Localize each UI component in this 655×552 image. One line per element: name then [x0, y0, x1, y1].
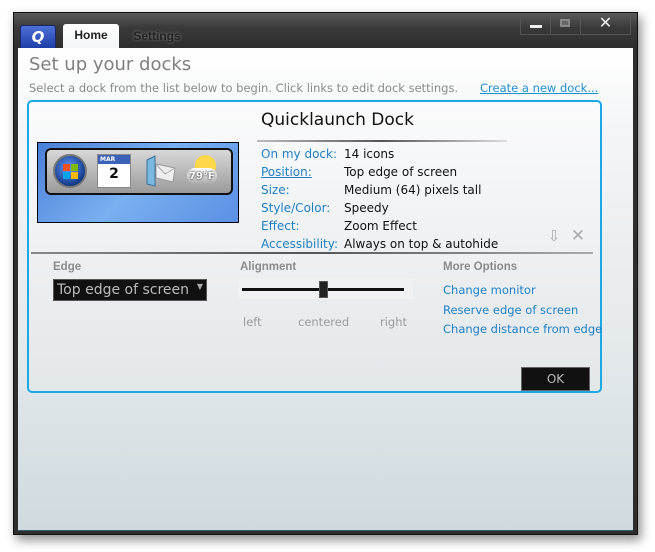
- close-icon: ✕: [598, 13, 613, 32]
- ok-button[interactable]: OK: [521, 367, 590, 391]
- change-monitor-link[interactable]: Change monitor: [443, 283, 536, 297]
- property-label-on-my-dock[interactable]: On my dock:: [261, 147, 337, 161]
- chevron-down-icon: ▼: [196, 282, 203, 291]
- weather-temp: 79°F: [189, 171, 215, 182]
- windows-start-icon: [53, 154, 87, 188]
- calendar-day: 2: [109, 166, 119, 182]
- maximize-button[interactable]: [550, 13, 581, 35]
- create-new-dock-link[interactable]: Create a new dock...: [480, 81, 598, 95]
- change-distance-link[interactable]: Change distance from edge: [443, 322, 602, 336]
- property-label-accessibility[interactable]: Accessibility:: [261, 237, 338, 251]
- slider-thumb[interactable]: [318, 281, 328, 298]
- alignment-tick-centered: centered: [298, 315, 350, 329]
- dock-preview-bar: MAR 2 79°F: [45, 148, 233, 195]
- edge-select[interactable]: Top edge of screen ▼: [53, 279, 207, 301]
- page-subtitle: Select a dock from the list below to beg…: [29, 81, 459, 95]
- property-value: Always on top & autohide: [344, 237, 499, 251]
- alignment-tick-right: right: [380, 315, 408, 329]
- more-options-label: More Options: [443, 261, 518, 273]
- alignment-slider[interactable]: [238, 279, 413, 299]
- tab-home[interactable]: Home: [63, 24, 119, 48]
- app-logo-icon[interactable]: Q: [20, 25, 56, 49]
- property-label-effect[interactable]: Effect:: [261, 219, 300, 233]
- alignment-label: Alignment: [240, 261, 297, 273]
- minimize-icon: [530, 25, 542, 28]
- tab-settings[interactable]: Settings: [124, 25, 190, 47]
- close-button[interactable]: ✕: [580, 13, 631, 35]
- app-window: Q Home Settings ✕ Set up your docks Sele…: [13, 12, 638, 535]
- reserve-edge-link[interactable]: Reserve edge of screen: [443, 303, 578, 317]
- property-value: Zoom Effect: [344, 219, 417, 233]
- delete-icon[interactable]: ✕: [570, 228, 586, 245]
- edge-label: Edge: [53, 261, 82, 273]
- edge-select-value: Top edge of screen: [57, 282, 190, 298]
- property-label-style-color[interactable]: Style/Color:: [261, 201, 330, 215]
- download-icon[interactable]: ⇩: [546, 228, 562, 244]
- section-divider: [31, 252, 593, 254]
- weather-icon: 79°F: [185, 154, 219, 188]
- calendar-month: MAR: [98, 155, 130, 164]
- property-label-size[interactable]: Size:: [261, 183, 290, 197]
- minimize-button[interactable]: [520, 13, 551, 35]
- alignment-tick-left: left: [243, 315, 262, 329]
- property-value: 14 icons: [344, 147, 395, 161]
- dock-name-divider: [257, 140, 507, 142]
- property-value: Top edge of screen: [344, 165, 458, 179]
- page-title: Set up your docks: [29, 54, 192, 75]
- dock-card[interactable]: MAR 2 79°F Quicklaunch Dock On my dock: …: [27, 100, 602, 393]
- property-value: Medium (64) pixels tall: [344, 183, 482, 197]
- home-panel: Set up your docks Select a dock from the…: [18, 48, 633, 531]
- calendar-icon: MAR 2: [97, 154, 131, 188]
- maximize-icon: [560, 19, 570, 27]
- property-value: Speedy: [344, 201, 389, 215]
- dock-name: Quicklaunch Dock: [261, 110, 414, 130]
- property-label-position[interactable]: Position:: [261, 165, 312, 179]
- mail-icon: [143, 154, 177, 188]
- dock-preview[interactable]: MAR 2 79°F: [37, 142, 239, 223]
